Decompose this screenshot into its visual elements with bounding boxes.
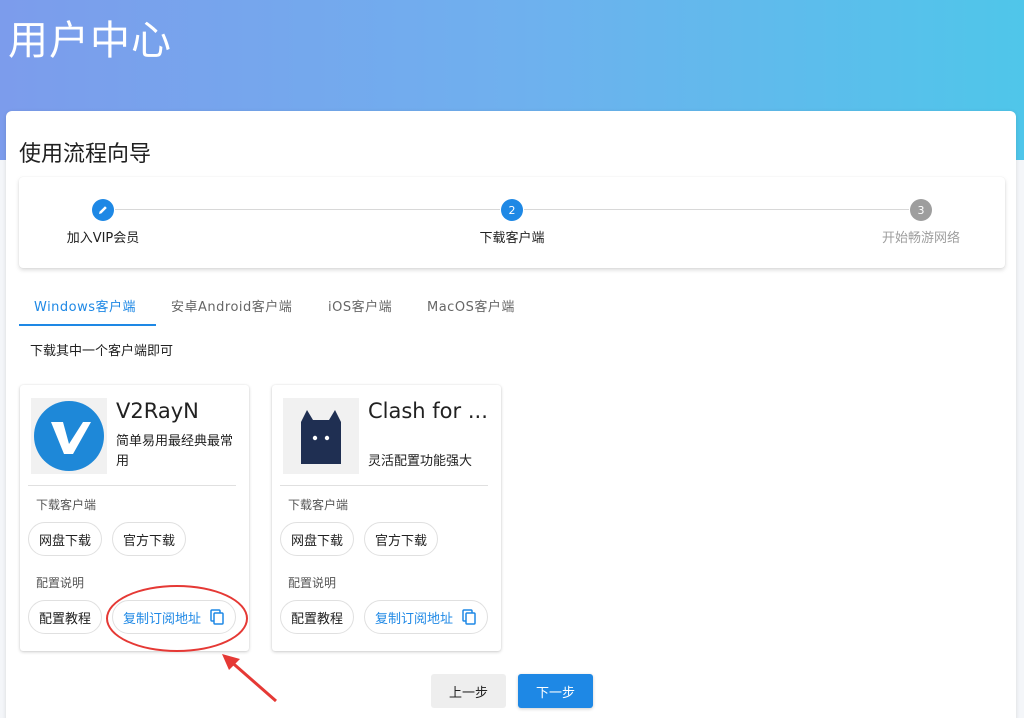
clash-cat-logo xyxy=(283,398,359,474)
annotation-ellipse xyxy=(106,585,248,652)
tab-windows[interactable]: Windows客户端 xyxy=(34,289,136,326)
hint-text: 下载其中一个客户端即可 xyxy=(30,344,174,359)
divider xyxy=(280,485,488,486)
step-label: 开始畅游网络 xyxy=(881,231,960,246)
client-card-clash: Clash for ... 灵活配置功能强大 下载客户端 网盘下载 官方下载 配… xyxy=(272,385,501,651)
step-1[interactable]: 加入VIP会员 xyxy=(33,199,173,246)
step-label: 下载客户端 xyxy=(479,231,545,246)
prev-step-button[interactable]: 上一步 xyxy=(431,674,506,708)
client-description: 灵活配置功能强大 xyxy=(368,454,473,469)
guide-title: 使用流程向导 xyxy=(19,142,152,167)
stepper: 加入VIP会员 2 下载客户端 3 开始畅游网络 xyxy=(19,177,1005,268)
copy-subscription-label: 复制订阅地址 xyxy=(375,611,454,627)
config-label: 配置说明 xyxy=(288,576,337,590)
v2rayn-logo xyxy=(31,398,107,474)
config-label: 配置说明 xyxy=(36,576,85,590)
official-download-button[interactable]: 官方下载 xyxy=(112,522,187,556)
client-tabs: Windows客户端 安卓Android客户端 iOS客户端 MacOS客户端 xyxy=(19,289,619,326)
netdisk-download-button[interactable]: 网盘下载 xyxy=(280,522,355,556)
step-number: 2 xyxy=(501,199,523,221)
netdisk-download-button[interactable]: 网盘下载 xyxy=(28,522,103,556)
copy-icon xyxy=(462,609,476,625)
next-step-button[interactable]: 下一步 xyxy=(518,674,593,708)
config-tutorial-button[interactable]: 配置教程 xyxy=(280,600,355,634)
tab-android[interactable]: 安卓Android客户端 xyxy=(171,289,292,326)
divider xyxy=(28,485,236,486)
client-description: 简单易用最经典最常用 xyxy=(116,434,234,469)
page-title: 用户中心 xyxy=(8,18,172,64)
pencil-icon xyxy=(92,199,114,221)
tab-indicator xyxy=(19,324,156,326)
client-name: Clash for ... xyxy=(368,399,488,423)
official-download-button[interactable]: 官方下载 xyxy=(364,522,439,556)
step-label: 加入VIP会员 xyxy=(66,231,140,246)
download-label: 下载客户端 xyxy=(288,498,349,512)
annotation-arrow-icon xyxy=(222,654,277,703)
step-3[interactable]: 3 开始畅游网络 xyxy=(851,199,991,246)
step-number: 3 xyxy=(910,199,932,221)
tab-ios[interactable]: iOS客户端 xyxy=(328,289,392,326)
tab-macos[interactable]: MacOS客户端 xyxy=(427,289,515,326)
config-tutorial-button[interactable]: 配置教程 xyxy=(28,600,103,634)
copy-subscription-button[interactable]: 复制订阅地址 xyxy=(364,600,489,634)
client-name: V2RayN xyxy=(116,399,199,423)
download-label: 下载客户端 xyxy=(36,498,97,512)
step-2[interactable]: 2 下载客户端 xyxy=(442,199,582,246)
